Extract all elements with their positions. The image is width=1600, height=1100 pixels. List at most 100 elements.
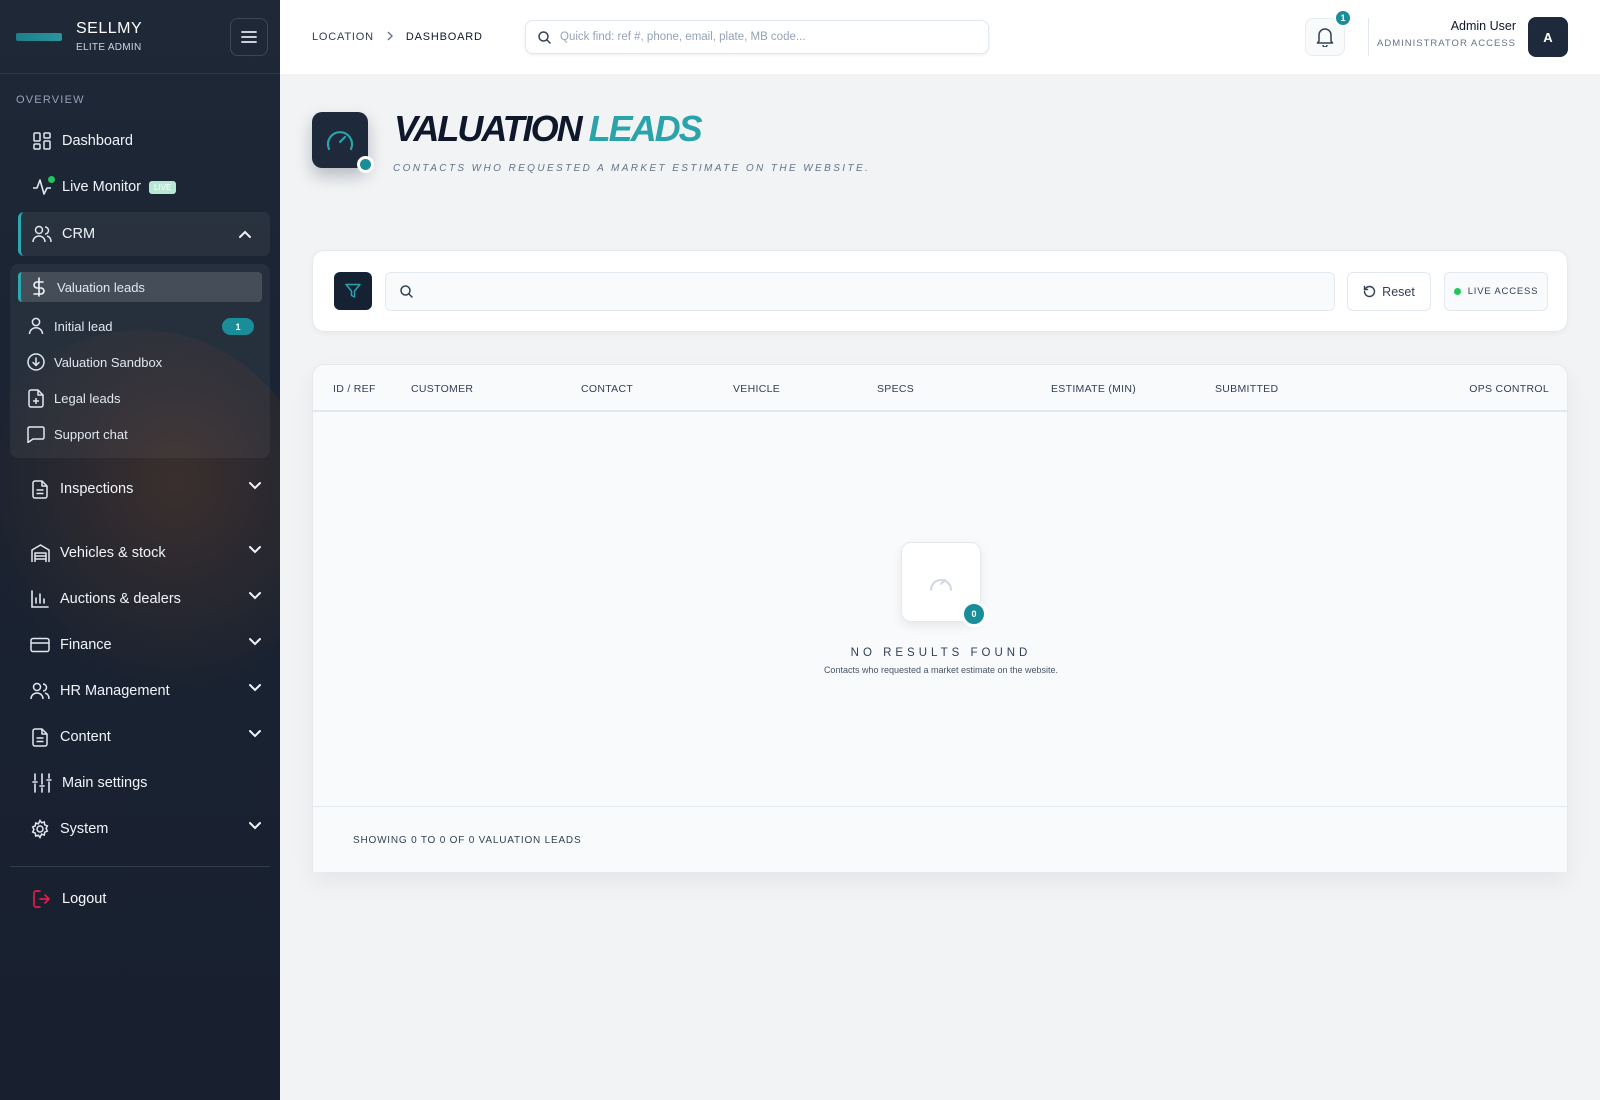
user-name: Admin User <box>1450 19 1516 33</box>
brand-logo <box>16 32 62 41</box>
gear-icon <box>30 819 50 839</box>
chevron-down-icon <box>249 730 261 738</box>
user-info[interactable]: Admin User ADMINISTRATOR ACCESS <box>1377 19 1516 49</box>
sidebar-item-label: CRM <box>62 226 96 242</box>
reset-button[interactable]: Reset <box>1347 272 1431 311</box>
sidebar-item-hr-management[interactable]: HR Management <box>0 668 280 714</box>
sidebar-divider <box>10 866 270 867</box>
chevron-down-icon <box>249 638 261 646</box>
live-access-button[interactable]: LIVE ACCESS <box>1444 272 1548 311</box>
download-circle-icon <box>26 352 46 372</box>
sidebar-item-auctions-dealers[interactable]: Auctions & dealers <box>0 576 280 622</box>
valuation-leads-table: ID / REF CUSTOMER CONTACT VEHICLE SPECS … <box>312 364 1568 872</box>
sidebar-item-main-settings[interactable]: Main settings <box>0 760 280 806</box>
sidebar-item-content[interactable]: Content <box>0 714 280 760</box>
column-header-vehicle[interactable]: VEHICLE <box>733 383 780 395</box>
sidebar-item-label: Inspections <box>60 481 134 497</box>
sidebar-subitem-support-chat[interactable]: Support chat <box>10 416 270 452</box>
avatar[interactable]: A <box>1528 17 1568 57</box>
sidebar-item-logout[interactable]: Logout <box>0 879 280 919</box>
column-header-id-ref[interactable]: ID / REF <box>333 383 376 395</box>
topbar-divider <box>1368 18 1369 56</box>
live-badge: LIVE <box>148 180 177 194</box>
page-subtitle: CONTACTS WHO REQUESTED A MARKET ESTIMATE… <box>393 163 871 174</box>
column-header-estimate[interactable]: ESTIMATE (MIN) <box>1051 383 1136 395</box>
column-header-contact[interactable]: CONTACT <box>581 383 633 395</box>
sidebar-item-finance[interactable]: Finance <box>0 622 280 668</box>
empty-state-title: NO RESULTS FOUND <box>850 647 1032 659</box>
users-icon <box>32 224 52 244</box>
page-title-accent: LEADS <box>588 108 703 149</box>
page-status-dot <box>357 156 374 173</box>
chevron-right-icon <box>386 31 394 44</box>
document-icon <box>30 727 50 747</box>
sidebar-nav: Dashboard Live Monitor LIVE CRM Valuatio… <box>0 118 280 919</box>
sidebar-item-label: Finance <box>60 637 112 653</box>
filter-button[interactable] <box>334 272 372 310</box>
user-icon <box>26 316 46 336</box>
sidebar-item-crm[interactable]: CRM <box>18 212 270 256</box>
empty-state-icon: 0 <box>901 542 987 627</box>
section-label-overview: OVERVIEW <box>16 94 85 106</box>
page-icon <box>312 112 374 173</box>
sidebar-subitem-label: Legal leads <box>54 390 121 406</box>
sidebar-subitem-label: Initial lead <box>54 318 113 334</box>
chevron-down-icon <box>249 822 261 830</box>
table-footer: SHOWING 0 TO 0 OF 0 VALUATION LEADS <box>313 806 1567 872</box>
speedometer-icon <box>930 579 952 591</box>
dollar-icon <box>29 277 49 297</box>
sidebar-item-label: Live Monitor <box>62 179 141 195</box>
page-title: VALUATION LEADS <box>394 108 703 150</box>
sidebar-item-label: Vehicles & stock <box>60 545 166 561</box>
sidebar-item-vehicles-stock[interactable]: Vehicles & stock <box>0 530 280 576</box>
warehouse-icon <box>30 543 50 563</box>
reset-icon <box>1363 285 1376 298</box>
sidebar-item-label: Dashboard <box>62 133 133 149</box>
column-header-ops-control[interactable]: OPS CONTROL <box>1469 383 1549 395</box>
sidebar: SELLMY ELITE ADMIN OVERVIEW Dashboard Li… <box>0 0 280 1100</box>
dashboard-icon <box>32 131 52 151</box>
hamburger-menu-button[interactable] <box>230 18 268 56</box>
sidebar-item-system[interactable]: System <box>0 806 280 852</box>
notification-count-badge: 1 <box>1334 9 1352 27</box>
reset-label: Reset <box>1382 284 1415 299</box>
sidebar-item-label: Main settings <box>62 775 148 791</box>
column-header-submitted[interactable]: SUBMITTED <box>1215 383 1278 395</box>
sidebar-subitem-valuation-sandbox[interactable]: Valuation Sandbox <box>10 344 270 380</box>
sidebar-item-dashboard[interactable]: Dashboard <box>0 118 280 164</box>
page-title-main: VALUATION <box>394 108 583 149</box>
chevron-down-icon <box>249 684 261 692</box>
initial-lead-count-badge: 1 <box>222 318 254 335</box>
live-indicator-dot <box>48 176 55 183</box>
breadcrumb: LOCATION DASHBOARD <box>312 31 483 44</box>
table-search[interactable] <box>385 272 1335 311</box>
notifications-button[interactable]: 1 <box>1305 9 1352 56</box>
quick-find-search[interactable] <box>525 20 989 54</box>
column-header-customer[interactable]: CUSTOMER <box>411 383 473 395</box>
brand-name: SELLMY <box>76 20 143 37</box>
sliders-icon <box>32 773 52 793</box>
user-role: ADMINISTRATOR ACCESS <box>1377 38 1516 49</box>
sidebar-subitem-label: Support chat <box>54 426 128 442</box>
crm-submenu: Valuation leads Initial lead 1 Valuation… <box>10 264 270 458</box>
quick-find-input[interactable] <box>560 31 960 43</box>
column-header-specs[interactable]: SPECS <box>877 383 914 395</box>
sidebar-subitem-initial-lead[interactable]: Initial lead 1 <box>10 308 270 344</box>
table-search-input[interactable] <box>423 284 1323 299</box>
sidebar-item-label: Auctions & dealers <box>60 591 181 607</box>
sidebar-item-inspections[interactable]: Inspections <box>0 466 280 512</box>
sidebar-item-label: HR Management <box>60 683 170 699</box>
brand[interactable]: SELLMY ELITE ADMIN <box>0 0 280 74</box>
filter-icon <box>345 283 361 298</box>
sidebar-subitem-valuation-leads[interactable]: Valuation leads <box>18 272 262 302</box>
sidebar-item-live-monitor[interactable]: Live Monitor LIVE <box>0 164 280 210</box>
empty-state-subtitle: Contacts who requested a market estimate… <box>823 665 1059 675</box>
sidebar-subitem-legal-leads[interactable]: Legal leads <box>10 380 270 416</box>
breadcrumb-item-dashboard[interactable]: DASHBOARD <box>406 31 483 43</box>
users-icon <box>30 681 50 701</box>
logout-icon <box>32 889 52 909</box>
breadcrumb-item-location[interactable]: LOCATION <box>312 31 374 43</box>
file-plus-icon <box>26 388 46 408</box>
document-icon <box>30 479 50 499</box>
live-access-dot <box>1453 288 1461 295</box>
